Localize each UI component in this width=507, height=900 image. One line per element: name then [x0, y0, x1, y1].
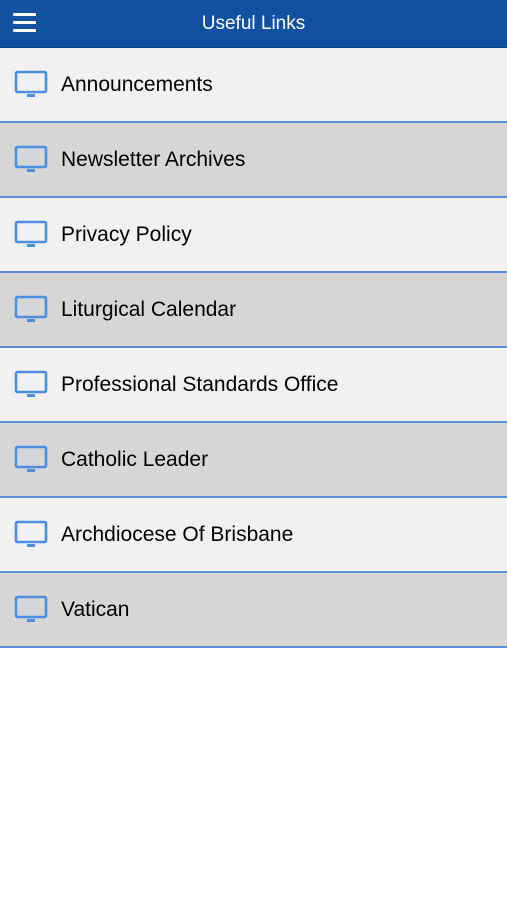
monitor-icon	[14, 145, 48, 172]
link-row-announcements[interactable]: Announcements	[0, 48, 507, 123]
app-header: Useful Links	[0, 0, 507, 48]
hamburger-menu-icon[interactable]	[13, 13, 36, 34]
link-row-professional-standards-office[interactable]: Professional Standards Office	[0, 348, 507, 423]
link-label: Announcements	[61, 72, 213, 96]
monitor-icon	[14, 445, 48, 472]
page-title: Useful Links	[201, 13, 306, 34]
monitor-icon	[14, 595, 48, 622]
link-row-vatican[interactable]: Vatican	[0, 573, 507, 648]
link-label: Archdiocese Of Brisbane	[61, 522, 294, 546]
monitor-icon	[14, 370, 48, 397]
link-label: Privacy Policy	[61, 222, 192, 246]
link-label: Liturgical Calendar	[61, 297, 237, 321]
link-row-archdiocese-of-brisbane[interactable]: Archdiocese Of Brisbane	[0, 498, 507, 573]
link-label: Newsletter Archives	[61, 147, 246, 171]
monitor-icon	[14, 295, 48, 322]
link-row-liturgical-calendar[interactable]: Liturgical Calendar	[0, 273, 507, 348]
link-row-newsletter-archives[interactable]: Newsletter Archives	[0, 123, 507, 198]
link-row-catholic-leader[interactable]: Catholic Leader	[0, 423, 507, 498]
link-label: Vatican	[61, 597, 130, 621]
link-row-privacy-policy[interactable]: Privacy Policy	[0, 198, 507, 273]
monitor-icon	[14, 70, 48, 97]
monitor-icon	[14, 220, 48, 247]
useful-links-list: Announcements Newsletter Archives Privac…	[0, 48, 507, 648]
monitor-icon	[14, 520, 48, 547]
link-label: Professional Standards Office	[61, 372, 339, 396]
link-label: Catholic Leader	[61, 447, 209, 471]
